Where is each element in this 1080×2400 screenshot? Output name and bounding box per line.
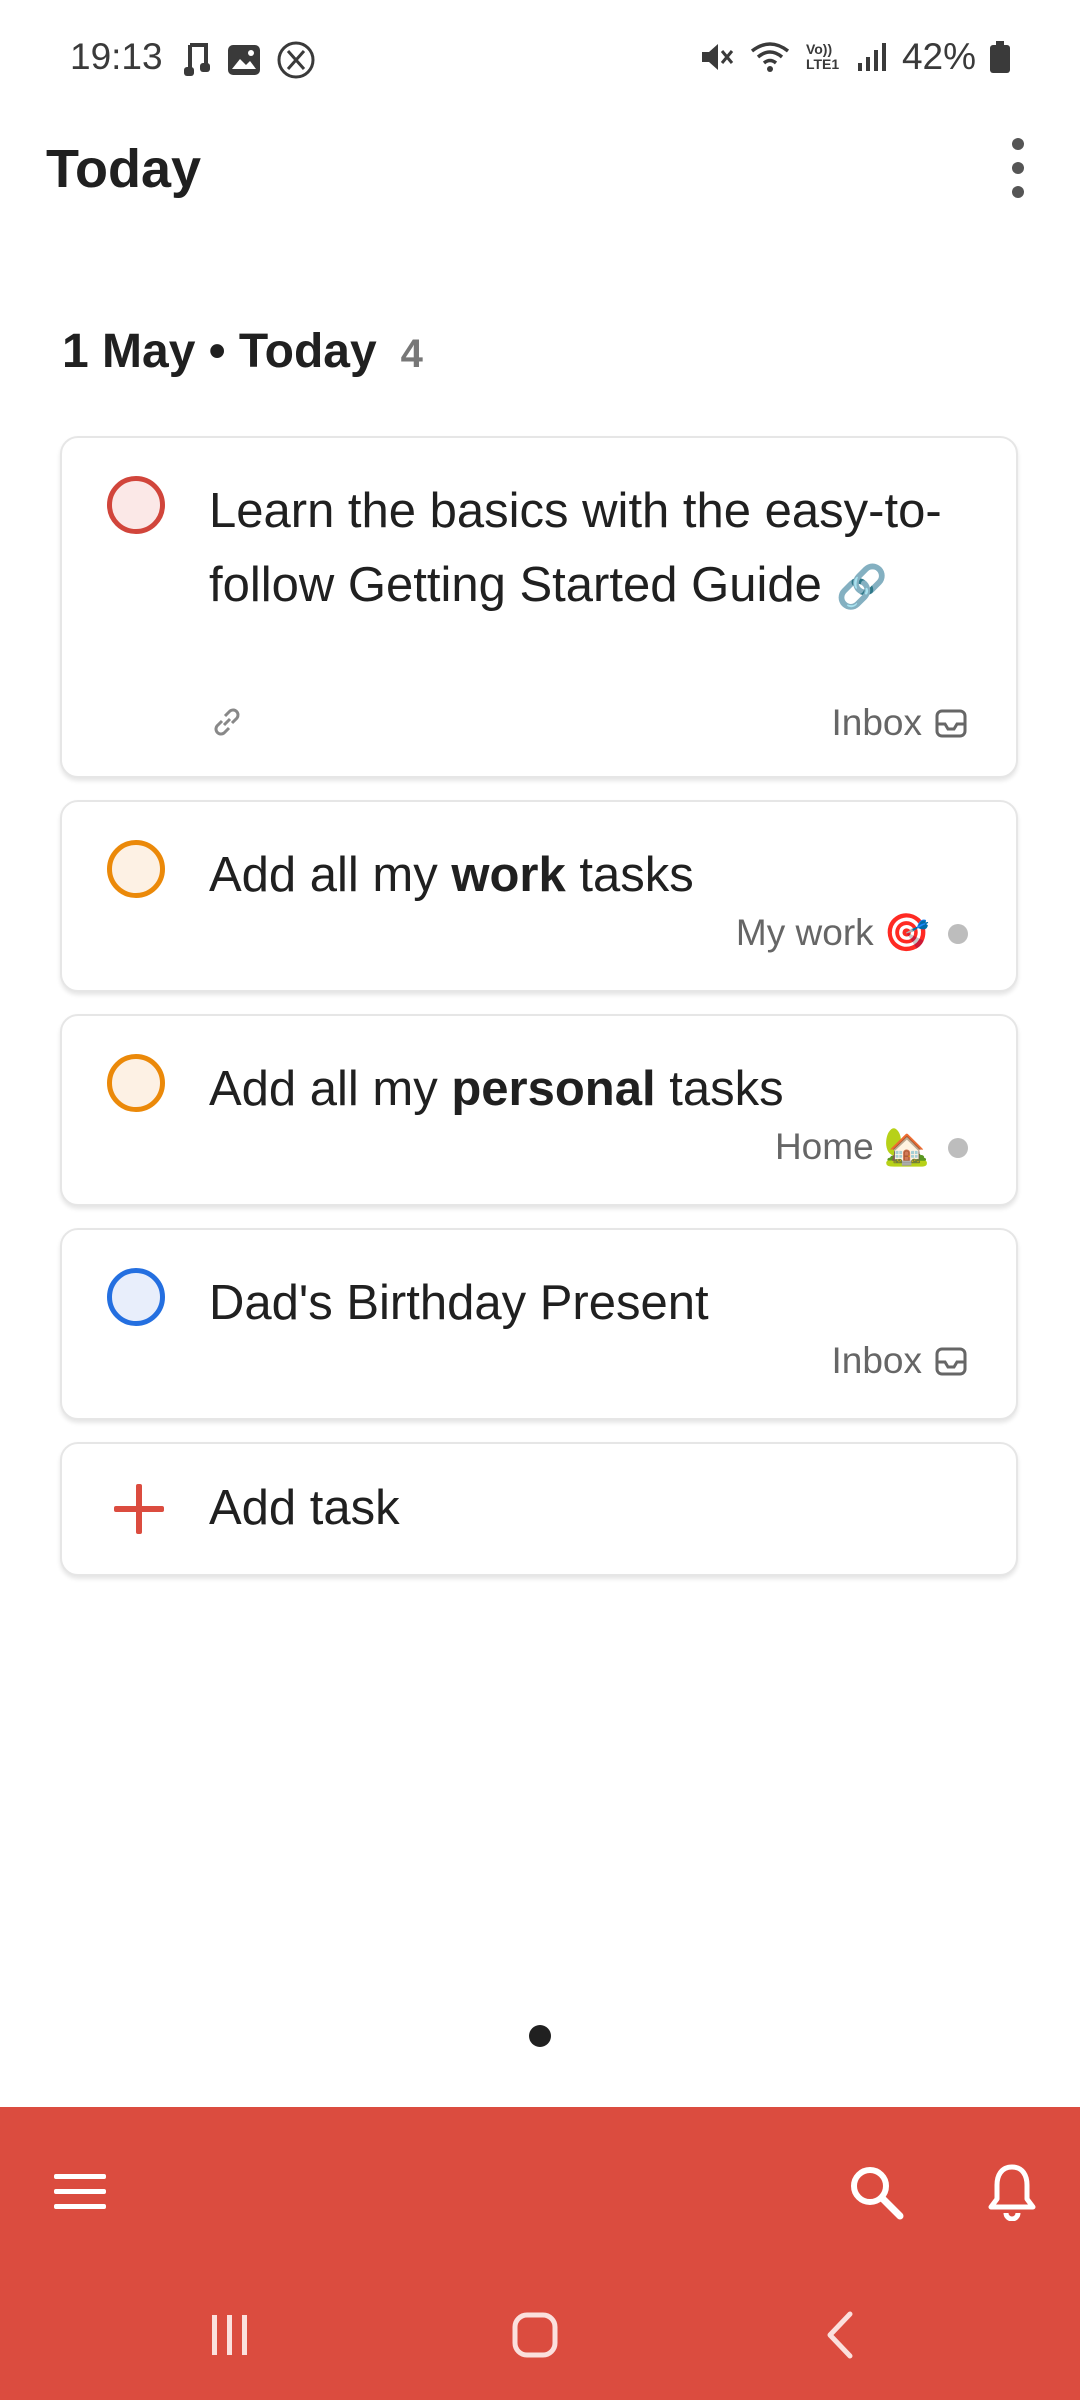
battery-percent: 42% [901,36,976,77]
inbox-icon [935,709,967,738]
more-dot-icon [1012,186,1024,198]
task-project: Inbox [831,1340,968,1382]
task-checkbox[interactable] [107,1054,165,1112]
notifications-button[interactable] [972,2142,1052,2242]
back-button[interactable] [800,2300,880,2370]
volte-indicator: Vo)) LTE1 [806,42,842,72]
status-left-icons [182,40,316,80]
task-card[interactable]: Dad's Birthday Present Inbox [60,1228,1018,1420]
menu-icon [54,2174,106,2209]
task-title: Add all my work tasks [209,838,956,912]
task-title: Add all my personal tasks [209,1052,956,1126]
link-icon [214,708,240,736]
task-title-part: Add all my [209,1062,452,1116]
project-name: Inbox [831,702,922,743]
task-title-bold: work [451,848,566,902]
x-app-icon [277,41,315,79]
section-task-count: 4 [400,332,423,376]
recents-button[interactable] [190,2300,270,2370]
project-color-dot [948,1137,968,1158]
home-icon [512,2312,558,2358]
bell-icon [988,2164,1036,2221]
task-title: Dad's Birthday Present [209,1266,956,1340]
task-card[interactable]: Learn the basics with the easy-to-follow… [60,436,1018,778]
status-right-icons: Vo)) LTE1 42% [698,36,1010,78]
project-name: Home 🏡 [774,1126,930,1167]
status-time: 19:13 [70,36,163,77]
task-card[interactable]: Add all my personal tasks Home 🏡 [60,1014,1018,1206]
task-title-part: tasks [655,1062,784,1116]
more-options-button[interactable] [1000,138,1036,198]
task-title: Learn the basics with the easy-to-follow… [209,474,956,624]
task-title-text: Dad's Birthday Present [209,1276,709,1330]
volte-text: Vo)) LTE1 [805,41,840,72]
gallery-icon [228,45,260,75]
menu-button[interactable] [40,2152,120,2232]
task-project: Home 🏡 [775,1126,968,1169]
task-title-part: tasks [565,848,694,902]
search-icon [851,2167,904,2220]
section-header: 1 May • Today 4 [62,324,423,379]
task-card[interactable]: Add all my work tasks My work 🎯 [60,800,1018,992]
signal-icon [857,43,886,71]
add-task-button[interactable]: Add task [60,1442,1018,1576]
home-button[interactable] [495,2300,575,2370]
task-title-part: Add all my [209,848,452,902]
project-name: My work 🎯 [735,912,930,953]
status-bar: 19:13 Vo)) LTE1 42% [0,0,1080,120]
search-button[interactable] [836,2142,916,2242]
section-date-label: 1 May • Today [62,325,377,378]
task-checkbox[interactable] [107,476,165,534]
recents-icon [212,2315,247,2355]
add-task-label: Add task [209,1481,400,1535]
link-emoji: 🔗 [835,563,888,610]
task-checkbox[interactable] [107,840,165,898]
back-icon [827,2311,853,2359]
battery-icon [990,41,1010,73]
music-note-icon [184,43,210,76]
task-project: Inbox [831,702,968,744]
mute-icon [701,44,734,70]
inbox-icon [935,1347,967,1376]
project-color-dot [948,923,968,944]
more-dot-icon [1012,138,1024,150]
more-dot-icon [1012,162,1024,174]
wifi-icon [750,42,790,72]
project-name: Inbox [831,1340,922,1381]
task-project: My work 🎯 [736,912,968,955]
plus-icon [114,1484,164,1534]
task-title-bold: personal [451,1062,656,1116]
page-indicator-dot [529,2025,551,2047]
task-checkbox[interactable] [107,1268,165,1326]
task-title-text: Learn the basics with the easy-to-follow… [209,484,942,612]
page-title: Today [46,139,202,199]
